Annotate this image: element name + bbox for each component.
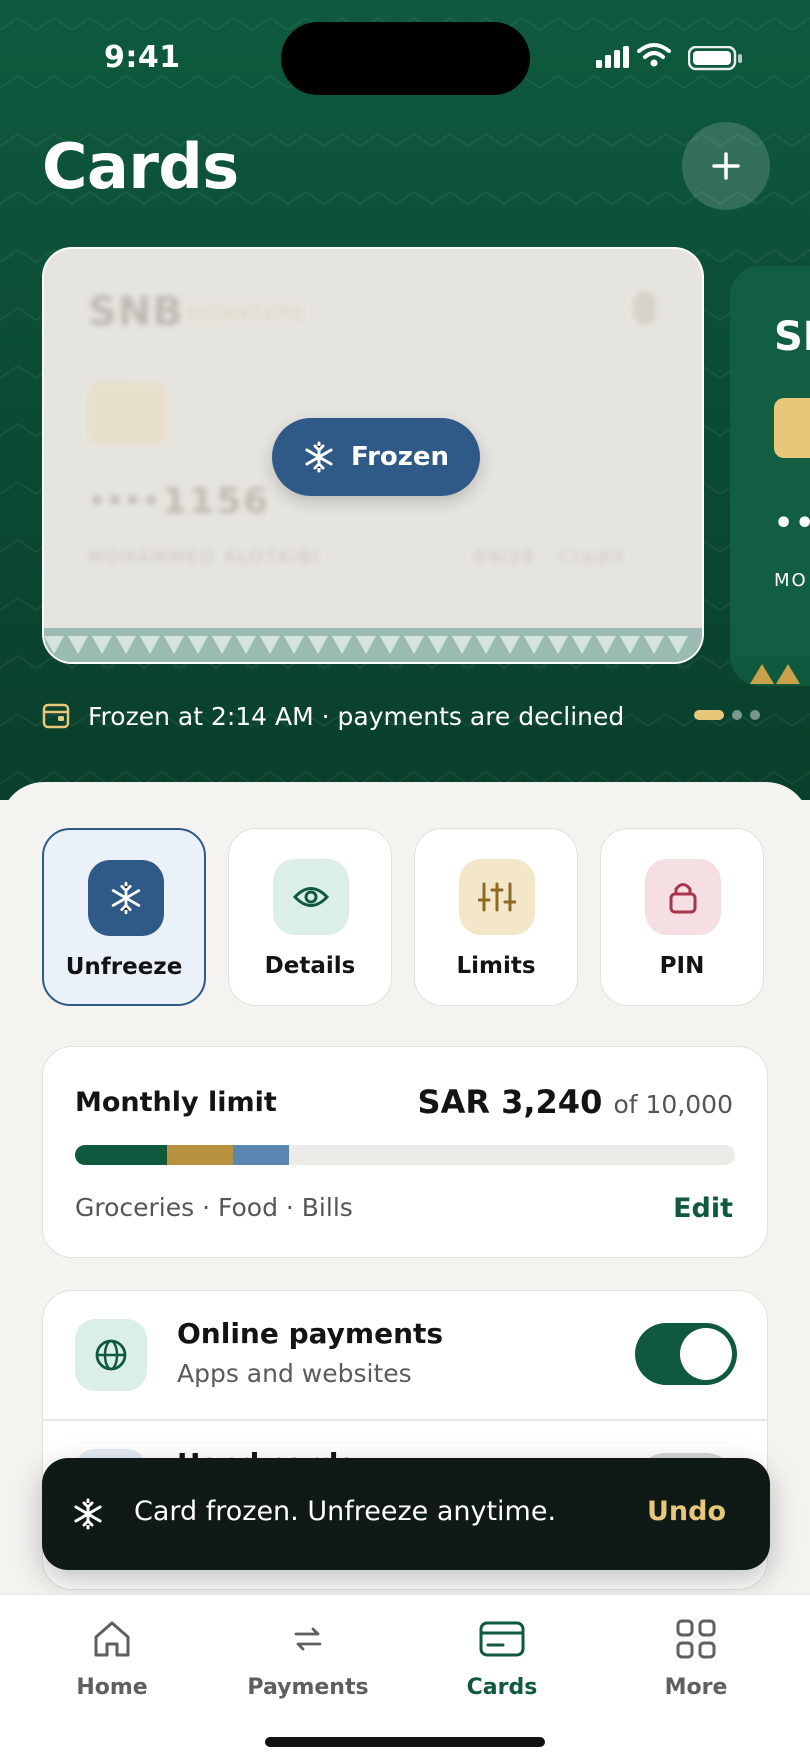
- next-card[interactable]: SNB ••• MO: [730, 266, 810, 686]
- battery-icon: [688, 46, 742, 71]
- online-payments-toggle[interactable]: [635, 1323, 737, 1385]
- tab-bar: Home Payments Cards More: [0, 1594, 810, 1761]
- limit-total: of 10,000: [613, 1090, 733, 1119]
- progress-segment-bills: [233, 1145, 289, 1165]
- card-expiry: 09/29 · Credit: [474, 547, 626, 568]
- monthly-limit-title: Monthly limit: [75, 1087, 277, 1118]
- online-payments-title: Online payments: [177, 1317, 444, 1350]
- card-icon: [479, 1621, 525, 1657]
- tab-cards[interactable]: Cards: [432, 1613, 572, 1700]
- tab-more[interactable]: More: [626, 1613, 766, 1700]
- home-indicator: [265, 1737, 545, 1747]
- unfreeze-icon-tile: [88, 860, 164, 936]
- pager-dot: [732, 710, 742, 720]
- card-bank-logo: SNB: [88, 289, 184, 335]
- monthly-limit-amount: SAR 3,240 of 10,000: [418, 1083, 733, 1121]
- cellular-signal-icon: [596, 46, 629, 68]
- snowflake-icon: [305, 441, 333, 473]
- next-card-bank-logo: SNB: [774, 314, 810, 360]
- quick-actions: Unfreeze Details Limits PIN: [42, 828, 764, 1006]
- lock-icon: [669, 883, 697, 914]
- next-card-chip: [774, 398, 810, 458]
- details-label: Details: [264, 953, 356, 979]
- next-card-pattern: [730, 656, 810, 686]
- limits-button[interactable]: Limits: [414, 828, 578, 1006]
- cards-screen: 9:41 Cards SNB SIGNATURE •••• 1156 MOHAM…: [0, 0, 810, 1761]
- card-number-mask: ••••: [88, 484, 160, 517]
- next-card-number-mask: •••: [774, 506, 810, 541]
- online-payments-subtitle: Apps and websites: [177, 1359, 412, 1388]
- status-bar: 9:41: [0, 0, 810, 110]
- card-pattern-strip: [44, 628, 702, 662]
- pager-dot-active: [694, 710, 724, 720]
- home-icon: [94, 1621, 130, 1657]
- snowflake-icon: [74, 1498, 102, 1530]
- toggle-knob: [680, 1328, 732, 1380]
- status-time: 9:41: [104, 40, 181, 75]
- transfer-icon: [294, 1627, 322, 1651]
- dynamic-island: [281, 22, 530, 95]
- edit-limit-button[interactable]: Edit: [673, 1193, 733, 1224]
- card-holder: MOHAMMED ALOTAIBI: [88, 547, 321, 568]
- frozen-status-label: Frozen: [350, 442, 450, 472]
- spending-categories: Groceries · Food · Bills: [75, 1193, 353, 1222]
- next-card-holder: MO: [774, 570, 808, 591]
- pin-button[interactable]: PIN: [600, 828, 764, 1006]
- grid-icon: [676, 1619, 716, 1659]
- limits-label: Limits: [456, 953, 536, 979]
- snowflake-icon: [111, 881, 141, 915]
- details-button[interactable]: Details: [228, 828, 392, 1006]
- card-last4: 1156: [162, 481, 271, 522]
- frozen-status-pill: Frozen: [272, 418, 480, 496]
- undo-button[interactable]: Undo: [647, 1496, 726, 1527]
- online-payments-row[interactable]: Online payments Apps and websites: [43, 1291, 767, 1419]
- globe-icon: [95, 1339, 127, 1371]
- add-card-button[interactable]: [682, 122, 770, 210]
- tab-more-label: More: [664, 1675, 728, 1700]
- card-tier: SIGNATURE: [186, 303, 308, 324]
- progress-segment-food: [167, 1145, 234, 1165]
- pin-label: PIN: [659, 953, 705, 979]
- unfreeze-label: Unfreeze: [65, 954, 183, 980]
- tab-cards-label: Cards: [466, 1675, 538, 1700]
- pager-dot: [750, 710, 760, 720]
- spending-progress-bar: [75, 1145, 735, 1165]
- tab-home-label: Home: [76, 1675, 148, 1700]
- frozen-note: Frozen at 2:14 AM · payments are decline…: [42, 698, 624, 734]
- details-icon-tile: [273, 859, 349, 935]
- monthly-limit-card: Monthly limit SAR 3,240 of 10,000 Grocer…: [42, 1046, 768, 1258]
- frozen-note-text: Frozen at 2:14 AM · payments are decline…: [88, 701, 625, 731]
- snackbar-toast: Card frozen. Unfreeze anytime. Undo: [42, 1458, 770, 1570]
- card-chip: [88, 382, 166, 444]
- sliders-icon: [478, 882, 516, 912]
- toast-message: Card frozen. Unfreeze anytime.: [134, 1496, 557, 1527]
- tab-payments[interactable]: Payments: [238, 1613, 378, 1700]
- wifi-icon: [637, 43, 671, 67]
- eye-icon: [293, 887, 329, 907]
- unfreeze-button[interactable]: Unfreeze: [42, 828, 206, 1006]
- card-icon: [42, 703, 70, 729]
- spent-amount: SAR 3,240: [417, 1083, 603, 1121]
- pin-icon-tile: [645, 859, 721, 935]
- progress-segment-groceries: [75, 1145, 168, 1165]
- tab-payments-label: Payments: [247, 1675, 369, 1700]
- online-payments-icon-tile: [75, 1319, 147, 1391]
- tab-home[interactable]: Home: [42, 1613, 182, 1700]
- limits-icon-tile: [459, 859, 535, 935]
- contactless-icon: [634, 291, 656, 325]
- carousel-pager[interactable]: [694, 710, 760, 720]
- plus-icon: [712, 152, 740, 180]
- page-title: Cards: [42, 130, 239, 203]
- frozen-card[interactable]: SNB SIGNATURE •••• 1156 MOHAMMED ALOTAIB…: [42, 247, 704, 664]
